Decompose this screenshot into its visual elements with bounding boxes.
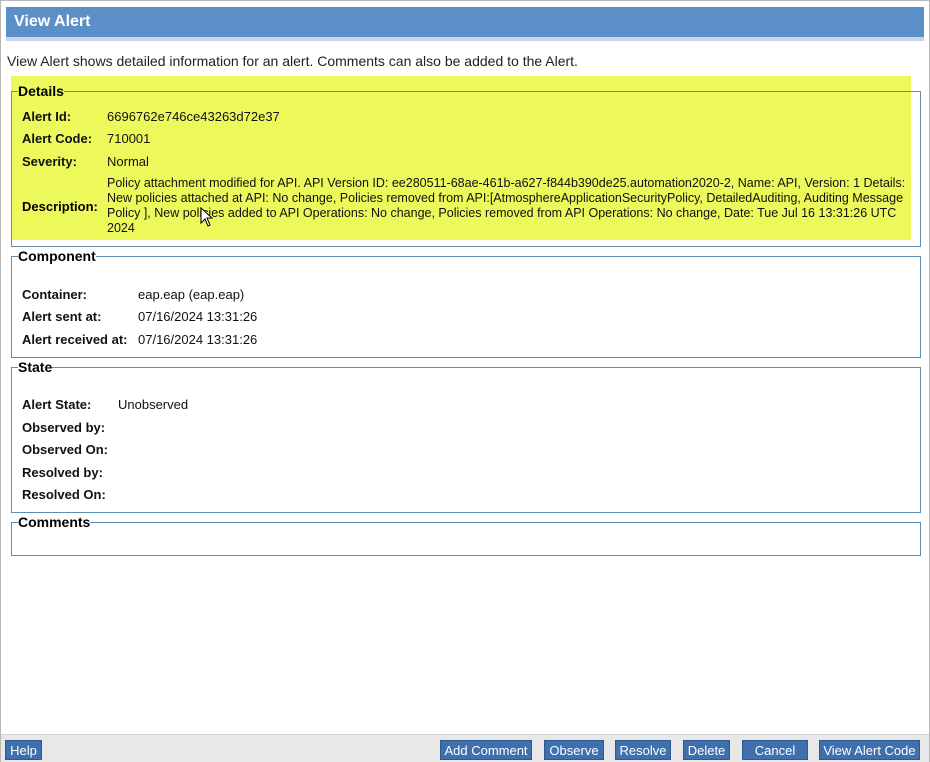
resolved-on-label: Resolved On: [22,487,106,502]
component-legend: Component [18,248,96,264]
state-legend: State [18,359,53,375]
page-title: View Alert [14,13,91,30]
sent-label: Alert sent at: [22,309,102,324]
received-row: Alert received at: [22,332,128,347]
severity-row: Severity: [22,154,77,169]
resolve-button[interactable]: Resolve [615,740,671,760]
severity-label: Severity: [22,154,77,169]
comments-section: Comments [11,514,921,556]
container-row: Container: [22,287,87,302]
alert-code-label: Alert Code: [22,131,93,146]
sent-value-wrap: 07/16/2024 13:31:26 [138,309,257,324]
view-alert-code-button[interactable]: View Alert Code [819,740,920,760]
container-label: Container: [22,287,87,302]
severity-value-wrap: Normal [107,154,149,169]
observe-button[interactable]: Observe [544,740,604,760]
alert-state-row: Alert State: [22,397,91,412]
alert-id-value-wrap: 6696762e746ce43263d72e37 [107,109,280,124]
resolved-on-row: Resolved On: [22,487,106,502]
sent-row: Alert sent at: [22,309,101,324]
observed-on-row: Observed On: [22,442,108,457]
comments-legend: Comments [18,514,91,530]
observed-by-label: Observed by: [22,420,106,435]
severity-value: Normal [107,154,149,169]
resolved-by-label: Resolved by: [22,465,103,480]
details-legend: Details [18,83,64,99]
resolved-by-row: Resolved by: [22,465,103,480]
observed-by-row: Observed by: [22,420,105,435]
container-value: eap.eap (eap.eap) [138,287,245,302]
title-bar: View Alert [6,7,924,41]
description-label: Description: [22,199,98,214]
help-button[interactable]: Help [5,740,42,760]
alert-id-row: Alert Id: [22,109,71,124]
alert-code-value-wrap: 710001 [107,131,150,146]
delete-button[interactable]: Delete [683,740,730,760]
alert-state-label: Alert State: [22,397,92,412]
state-section: State [11,359,921,513]
add-comment-button[interactable]: Add Comment [440,740,532,760]
sent-value: 07/16/2024 13:31:26 [138,309,258,324]
description-value: Policy attachment modified for API. API … [107,176,906,235]
observed-on-label: Observed On: [22,442,108,457]
alert-code-value: 710001 [107,131,151,146]
container-value-wrap: eap.eap (eap.eap) [138,287,244,302]
received-value-wrap: 07/16/2024 13:31:26 [138,332,257,347]
mouse-cursor-icon [200,207,214,227]
cancel-button[interactable]: Cancel [742,740,808,760]
received-label: Alert received at: [22,332,128,347]
received-value: 07/16/2024 13:31:26 [138,332,258,347]
alert-state-value: Unobserved [118,397,189,412]
intro-text: View Alert shows detailed information fo… [7,53,578,69]
alert-code-row: Alert Code: [22,131,92,146]
alert-id-value: 6696762e746ce43263d72e37 [107,109,280,124]
alert-state-value-wrap: Unobserved [118,397,188,412]
alert-id-label: Alert Id: [22,109,72,124]
